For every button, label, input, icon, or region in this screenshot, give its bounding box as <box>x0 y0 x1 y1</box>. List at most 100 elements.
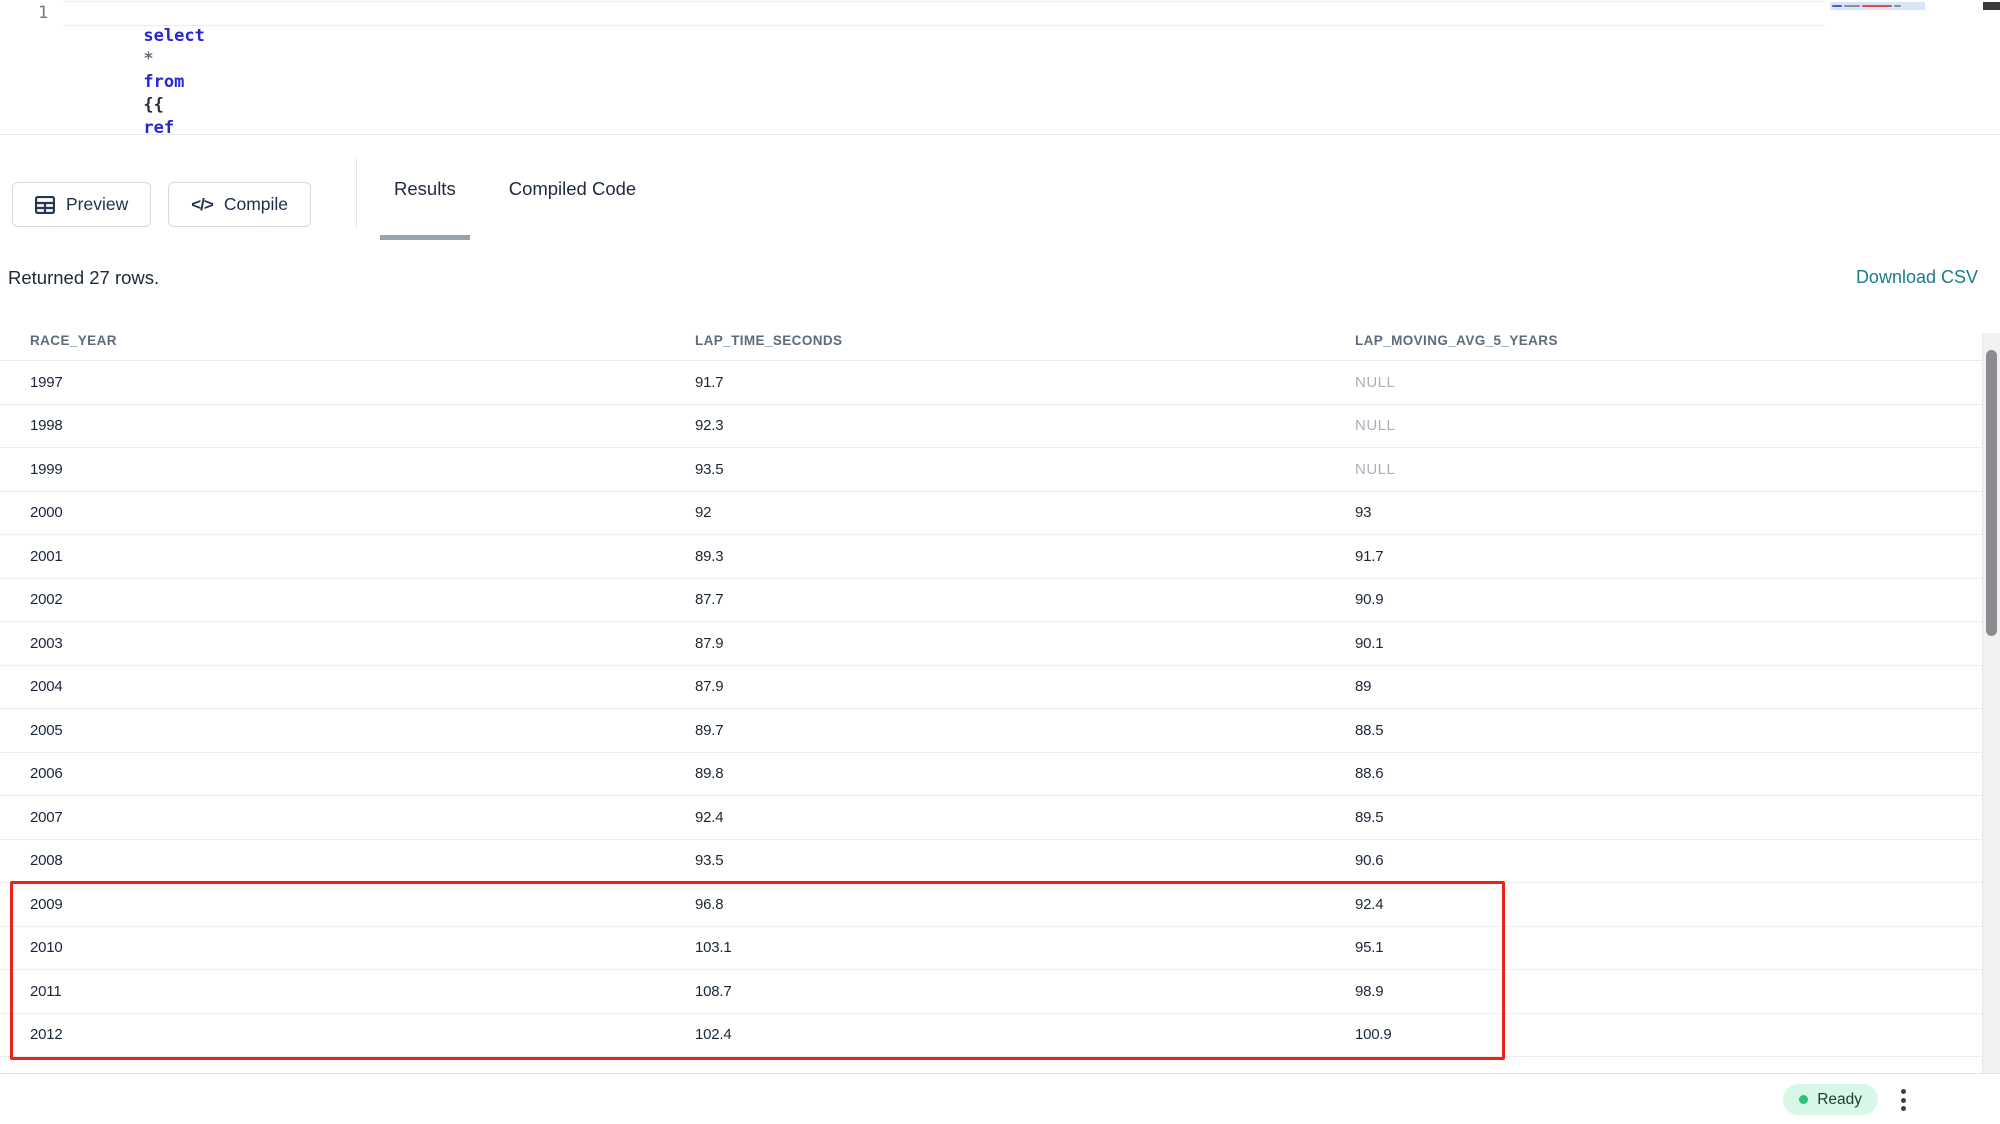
kebab-menu-icon[interactable] <box>1899 1087 1908 1113</box>
cell-race-year: 2011 <box>30 983 695 1000</box>
cell-lap-time-seconds: 93.5 <box>695 852 1355 869</box>
cell-race-year: 2000 <box>30 504 695 521</box>
cell-lap-moving-avg-5-years: NULL <box>1355 374 2000 391</box>
cell-race-year: 2005 <box>30 722 695 739</box>
compile-button[interactable]: </> Compile <box>168 182 311 227</box>
table-row: 2005 89.7 88.5 <box>0 709 2000 753</box>
cell-lap-time-seconds: 93.5 <box>695 461 1355 478</box>
column-header-lap-time-seconds: LAP_TIME_SECONDS <box>695 333 1355 348</box>
minimap-mark <box>1862 5 1892 7</box>
cell-lap-moving-avg-5-years: NULL <box>1355 417 2000 434</box>
table-row: 2010 103.1 95.1 <box>0 927 2000 971</box>
kebab-dot <box>1901 1098 1906 1103</box>
table-row: 2011 108.7 98.9 <box>0 970 2000 1014</box>
cell-lap-time-seconds: 89.8 <box>695 765 1355 782</box>
table-grid-icon <box>35 196 55 214</box>
toolbar-divider <box>356 157 357 229</box>
table-row: 2000 92 93 <box>0 492 2000 536</box>
cell-lap-moving-avg-5-years: 90.9 <box>1355 591 2000 608</box>
cell-lap-time-seconds: 91.7 <box>695 374 1355 391</box>
cell-race-year: 2008 <box>30 852 695 869</box>
tab-results[interactable]: Results <box>380 135 470 242</box>
cell-race-year: 2007 <box>30 809 695 826</box>
cell-lap-moving-avg-5-years: 100.9 <box>1355 1026 2000 1043</box>
kebab-dot <box>1901 1106 1906 1111</box>
table-row: 2008 93.5 90.6 <box>0 840 2000 884</box>
download-csv-link[interactable]: Download CSV <box>1856 267 1978 288</box>
cell-lap-moving-avg-5-years: 89.5 <box>1355 809 2000 826</box>
table-row: 2003 87.9 90.1 <box>0 622 2000 666</box>
cell-race-year: 2010 <box>30 939 695 956</box>
preview-button[interactable]: Preview <box>12 182 151 227</box>
cell-lap-moving-avg-5-years: 88.6 <box>1355 765 2000 782</box>
cell-lap-time-seconds: 108.7 <box>695 983 1355 1000</box>
cell-lap-moving-avg-5-years: 98.9 <box>1355 983 2000 1000</box>
ready-status-badge[interactable]: Ready <box>1783 1084 1878 1115</box>
cell-lap-time-seconds: 89.7 <box>695 722 1355 739</box>
results-scrollbar-thumb[interactable] <box>1986 350 1997 636</box>
cell-race-year: 2012 <box>30 1026 695 1043</box>
tab-compiled-code[interactable]: Compiled Code <box>495 135 651 242</box>
cell-lap-time-seconds: 102.4 <box>695 1026 1355 1043</box>
table-row: 2006 89.8 88.6 <box>0 753 2000 797</box>
table-body: 1997 91.7 NULL 1998 92.3 NULL 1999 93.5 … <box>0 360 2000 1057</box>
results-scrollbar-track[interactable] <box>1982 333 2000 1073</box>
column-header-lap-moving-avg-5-years: LAP_MOVING_AVG_5_YEARS <box>1355 333 1982 348</box>
cell-lap-moving-avg-5-years: 95.1 <box>1355 939 2000 956</box>
jinja-open-braces: {{ <box>143 95 163 115</box>
cell-race-year: 1999 <box>30 461 695 478</box>
cell-lap-time-seconds: 89.3 <box>695 548 1355 565</box>
cell-race-year: 1997 <box>30 374 695 391</box>
cell-race-year: 2006 <box>30 765 695 782</box>
table-row: 1998 92.3 NULL <box>0 405 2000 449</box>
cell-lap-moving-avg-5-years: 91.7 <box>1355 548 2000 565</box>
cell-lap-moving-avg-5-years: 89 <box>1355 678 2000 695</box>
cell-lap-time-seconds: 96.8 <box>695 896 1355 913</box>
code-brackets-icon: </> <box>191 195 213 215</box>
sql-keyword-from: from <box>143 72 184 92</box>
cell-lap-time-seconds: 92 <box>695 504 1355 521</box>
table-row: 2012 102.4 100.9 <box>0 1014 2000 1058</box>
cell-lap-time-seconds: 87.7 <box>695 591 1355 608</box>
table-row: 1997 91.7 NULL <box>0 361 2000 405</box>
cell-lap-time-seconds: 92.4 <box>695 809 1355 826</box>
cell-lap-time-seconds: 92.3 <box>695 417 1355 434</box>
sql-editor-pane[interactable]: 1 select * from {{ ref ( 'lap_times_movi… <box>0 0 2000 134</box>
editor-scrollbar-thumb[interactable] <box>1983 2 2000 10</box>
table-row: 2004 87.9 89 <box>0 666 2000 710</box>
sql-keyword-select: select <box>143 26 204 46</box>
cell-race-year: 2001 <box>30 548 695 565</box>
minimap-mark <box>1832 5 1842 7</box>
cell-race-year: 1998 <box>30 417 695 434</box>
cell-lap-moving-avg-5-years: 93 <box>1355 504 2000 521</box>
ready-status-label: Ready <box>1817 1091 1862 1109</box>
status-dot-icon <box>1799 1095 1808 1104</box>
sql-star-operator: * <box>143 49 153 69</box>
cell-lap-moving-avg-5-years: 92.4 <box>1355 896 2000 913</box>
row-count-summary: Returned 27 rows. <box>8 267 159 289</box>
table-row: 2009 96.8 92.4 <box>0 883 2000 927</box>
results-panel: Returned 27 rows. Download CSV RACE_YEAR… <box>0 241 2000 1073</box>
table-header-row: RACE_YEAR LAP_TIME_SECONDS LAP_MOVING_AV… <box>0 320 1982 360</box>
toolbar-buttons: Preview </> Compile <box>12 182 311 227</box>
cell-lap-moving-avg-5-years: NULL <box>1355 461 2000 478</box>
results-toolbar: Preview </> Compile Results Compiled Cod… <box>0 134 2000 241</box>
compile-button-label: Compile <box>224 194 288 215</box>
table-row: 2007 92.4 89.5 <box>0 796 2000 840</box>
results-tabs: Results Compiled Code <box>380 135 650 242</box>
cell-lap-time-seconds: 87.9 <box>695 635 1355 652</box>
cell-lap-time-seconds: 103.1 <box>695 939 1355 956</box>
table-row: 1999 93.5 NULL <box>0 448 2000 492</box>
minimap-mark <box>1894 5 1901 7</box>
cell-race-year: 2002 <box>30 591 695 608</box>
cell-race-year: 2003 <box>30 635 695 652</box>
line-number: 1 <box>38 3 48 23</box>
editor-minimap[interactable] <box>1830 2 1925 10</box>
column-header-race-year: RACE_YEAR <box>30 333 695 348</box>
cell-lap-moving-avg-5-years: 90.6 <box>1355 852 2000 869</box>
cell-lap-moving-avg-5-years: 88.5 <box>1355 722 2000 739</box>
dbt-ide-window: 1 select * from {{ ref ( 'lap_times_movi… <box>0 0 2000 1124</box>
cell-race-year: 2009 <box>30 896 695 913</box>
cell-lap-moving-avg-5-years: 90.1 <box>1355 635 2000 652</box>
table-row: 2002 87.7 90.9 <box>0 579 2000 623</box>
